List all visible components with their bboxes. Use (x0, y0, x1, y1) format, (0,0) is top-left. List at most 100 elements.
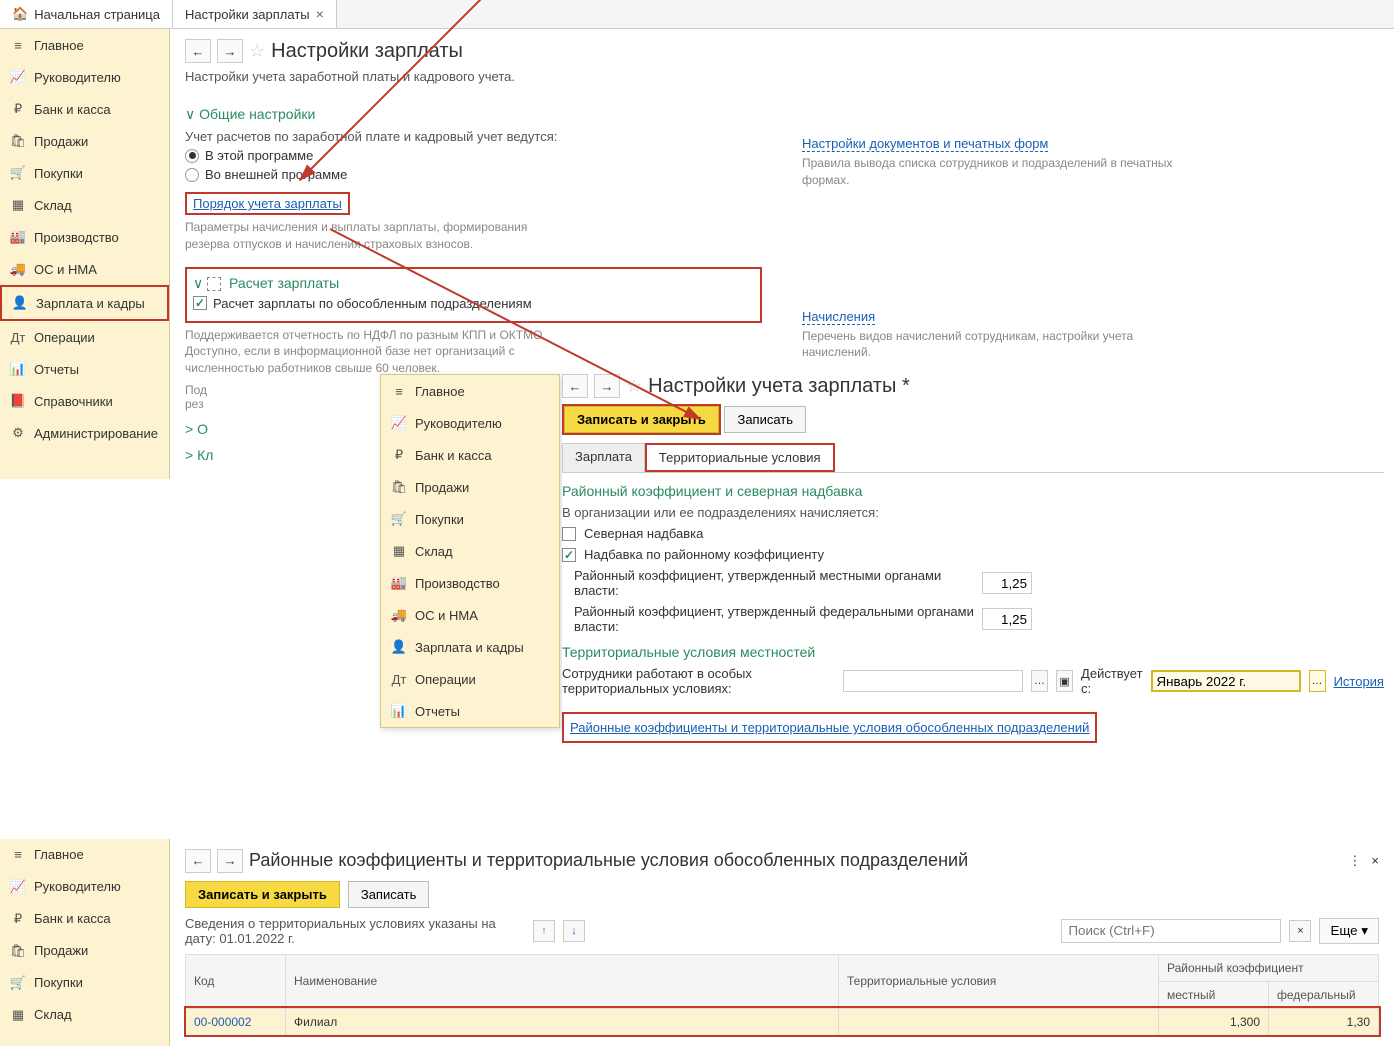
sort-down-button[interactable]: ↓ (563, 920, 585, 942)
sidebar-item[interactable]: ≡Главное (381, 375, 559, 407)
table-row[interactable]: 00-000002 Филиал 1,300 1,30 (186, 1008, 1379, 1035)
radio-external[interactable] (185, 168, 199, 182)
sidebar-item[interactable]: ₽Банк и касса (0, 93, 169, 125)
sidebar-icon: 🚚 (10, 261, 26, 277)
terr-open[interactable]: ▣ (1056, 670, 1073, 692)
star-icon[interactable]: ☆ (249, 41, 265, 62)
form-save-close-button[interactable]: Записать и закрыть (564, 406, 719, 433)
sidebar-item[interactable]: ≡Главное (0, 839, 169, 871)
nav-fwd[interactable]: → (217, 39, 243, 63)
sidebar-item[interactable]: 📊Отчеты (381, 695, 559, 727)
search-clear[interactable]: × (1289, 920, 1311, 942)
main-sidebar: ≡Главное📈Руководителю₽Банк и касса 🛍 Прода… (0, 29, 170, 479)
sidebar-item[interactable]: ▦Склад (381, 535, 559, 567)
sidebar-item[interactable]: 📕Справочники (0, 385, 169, 417)
section-general[interactable]: Общие настройки (185, 106, 762, 123)
sidebar-item[interactable]: 🛒Покупки (0, 967, 169, 999)
history-link[interactable]: История (1334, 674, 1384, 689)
col-local[interactable]: местный (1159, 981, 1269, 1008)
sidebar-label: Отчеты (34, 362, 79, 377)
sidebar-item[interactable]: ДтОперации (0, 321, 169, 353)
form-nav-fwd[interactable]: → (594, 374, 620, 398)
sidebar-item[interactable]: 🚚ОС и НМА (0, 253, 169, 285)
sidebar-item[interactable]: 🏭Производство (381, 567, 559, 599)
bottom-save-button[interactable]: Записать (348, 881, 430, 908)
docs-link[interactable]: Настройки документов и печатных форм (802, 136, 1048, 152)
radio-this-program[interactable] (185, 149, 199, 163)
sidebar-item[interactable]: ▦Склад (0, 999, 169, 1031)
form-nav-back[interactable]: ← (562, 374, 588, 398)
tab-territorial[interactable]: Территориальные условия (645, 443, 835, 472)
sidebar-icon: 🛍 (10, 133, 26, 149)
sidebar-label: Производство (415, 576, 500, 591)
calc-subdiv-check[interactable] (193, 296, 207, 310)
accruals-link[interactable]: Начисления (802, 309, 875, 325)
sidebar-item[interactable]: ₽Банк и касса (381, 439, 559, 471)
order-link[interactable]: Порядок учета зарплаты (193, 196, 342, 211)
bottom-nav-back[interactable]: ← (185, 849, 211, 873)
col-coef[interactable]: Районный коэффициент (1159, 954, 1379, 981)
sidebar-item[interactable]: 📈Руководителю (0, 61, 169, 93)
sidebar-item[interactable]: 🛍 Продажи (0, 125, 169, 157)
detail-link[interactable]: Районные коэффициенты и территориальные … (570, 720, 1089, 735)
sidebar-label: Банк и касса (34, 911, 111, 926)
sidebar-item[interactable]: 🛍Продажи (381, 471, 559, 503)
regional-check[interactable] (562, 548, 576, 562)
sidebar-item[interactable]: 🛒Покупки (0, 157, 169, 189)
sidebar-item[interactable]: 📈Руководителю (0, 871, 169, 903)
home-icon: 🏠 (12, 6, 28, 22)
tab-salary[interactable]: Зарплата (562, 443, 645, 472)
sidebar-item[interactable]: 👤Зарплата и кадры (0, 285, 169, 321)
sidebar-item[interactable]: 🏭Производство (0, 221, 169, 253)
more-button[interactable]: Еще ▾ (1319, 918, 1379, 944)
north-check[interactable] (562, 527, 576, 541)
bottom-nav-fwd[interactable]: → (217, 849, 243, 873)
sidebar-item[interactable]: 🛒Покупки (381, 503, 559, 535)
nav-back[interactable]: ← (185, 39, 211, 63)
north-label: Северная надбавка (584, 526, 703, 541)
sidebar-item[interactable]: 📈Руководителю (381, 407, 559, 439)
sidebar-item[interactable]: ⚙Администрирование (0, 417, 169, 449)
date-input[interactable] (1151, 670, 1301, 692)
col-name[interactable]: Наименование (286, 954, 839, 1008)
coef1-input[interactable] (982, 572, 1032, 594)
sidebar-label: Продажи (34, 134, 88, 149)
col-terr[interactable]: Территориальные условия (839, 954, 1159, 1008)
sidebar-item[interactable]: ДтОперации (381, 663, 559, 695)
sidebar-icon: 🏭 (10, 229, 26, 245)
sidebar-label: ОС и НМА (415, 608, 478, 623)
bottom-more-icon[interactable]: ⋮ (1348, 853, 1361, 869)
form-save-button[interactable]: Записать (724, 406, 806, 433)
date-dots[interactable]: … (1309, 670, 1326, 692)
date-label: Действует с: (1081, 666, 1142, 696)
cell-federal: 1,30 (1269, 1008, 1379, 1035)
col-code[interactable]: Код (186, 954, 286, 1008)
bottom-content: ← → Районные коэффициенты и территориаль… (170, 839, 1394, 1046)
calc-section-check[interactable] (207, 277, 221, 291)
bottom-close-icon[interactable]: × (1371, 853, 1379, 869)
search-input[interactable] (1061, 919, 1281, 943)
sort-up-button[interactable]: ↑ (533, 920, 555, 942)
section-calc[interactable]: Расчет зарплаты (193, 275, 754, 292)
sidebar-item[interactable]: 🚚ОС и НМА (381, 599, 559, 631)
tab-home[interactable]: 🏠 Начальная страница (0, 0, 173, 28)
terr-input[interactable] (843, 670, 1023, 692)
sidebar-label: Покупки (415, 512, 464, 527)
sidebar-item[interactable]: 🛍Продажи (0, 935, 169, 967)
coef2-input[interactable] (982, 608, 1032, 630)
sidebar-item[interactable]: 📊Отчеты (0, 353, 169, 385)
section-territorial: Территориальные условия местностей (562, 644, 1384, 660)
tab-current[interactable]: Настройки зарплаты × (173, 0, 337, 28)
bottom-save-close-button[interactable]: Записать и закрыть (185, 881, 340, 908)
col-federal[interactable]: федеральный (1269, 981, 1379, 1008)
sidebar-item[interactable]: ▦Склад (0, 189, 169, 221)
cell-local: 1,300 (1159, 1008, 1269, 1035)
sidebar-item[interactable]: ₽Банк и касса (0, 903, 169, 935)
form-star-icon[interactable]: ☆ (626, 376, 642, 397)
cell-name: Филиал (286, 1008, 839, 1035)
bottom-title: Районные коэффициенты и территориальные … (249, 850, 968, 871)
terr-dots[interactable]: … (1031, 670, 1048, 692)
sidebar-item[interactable]: 👤Зарплата и кадры (381, 631, 559, 663)
close-icon[interactable]: × (316, 6, 324, 22)
sidebar-item[interactable]: ≡Главное (0, 29, 169, 61)
